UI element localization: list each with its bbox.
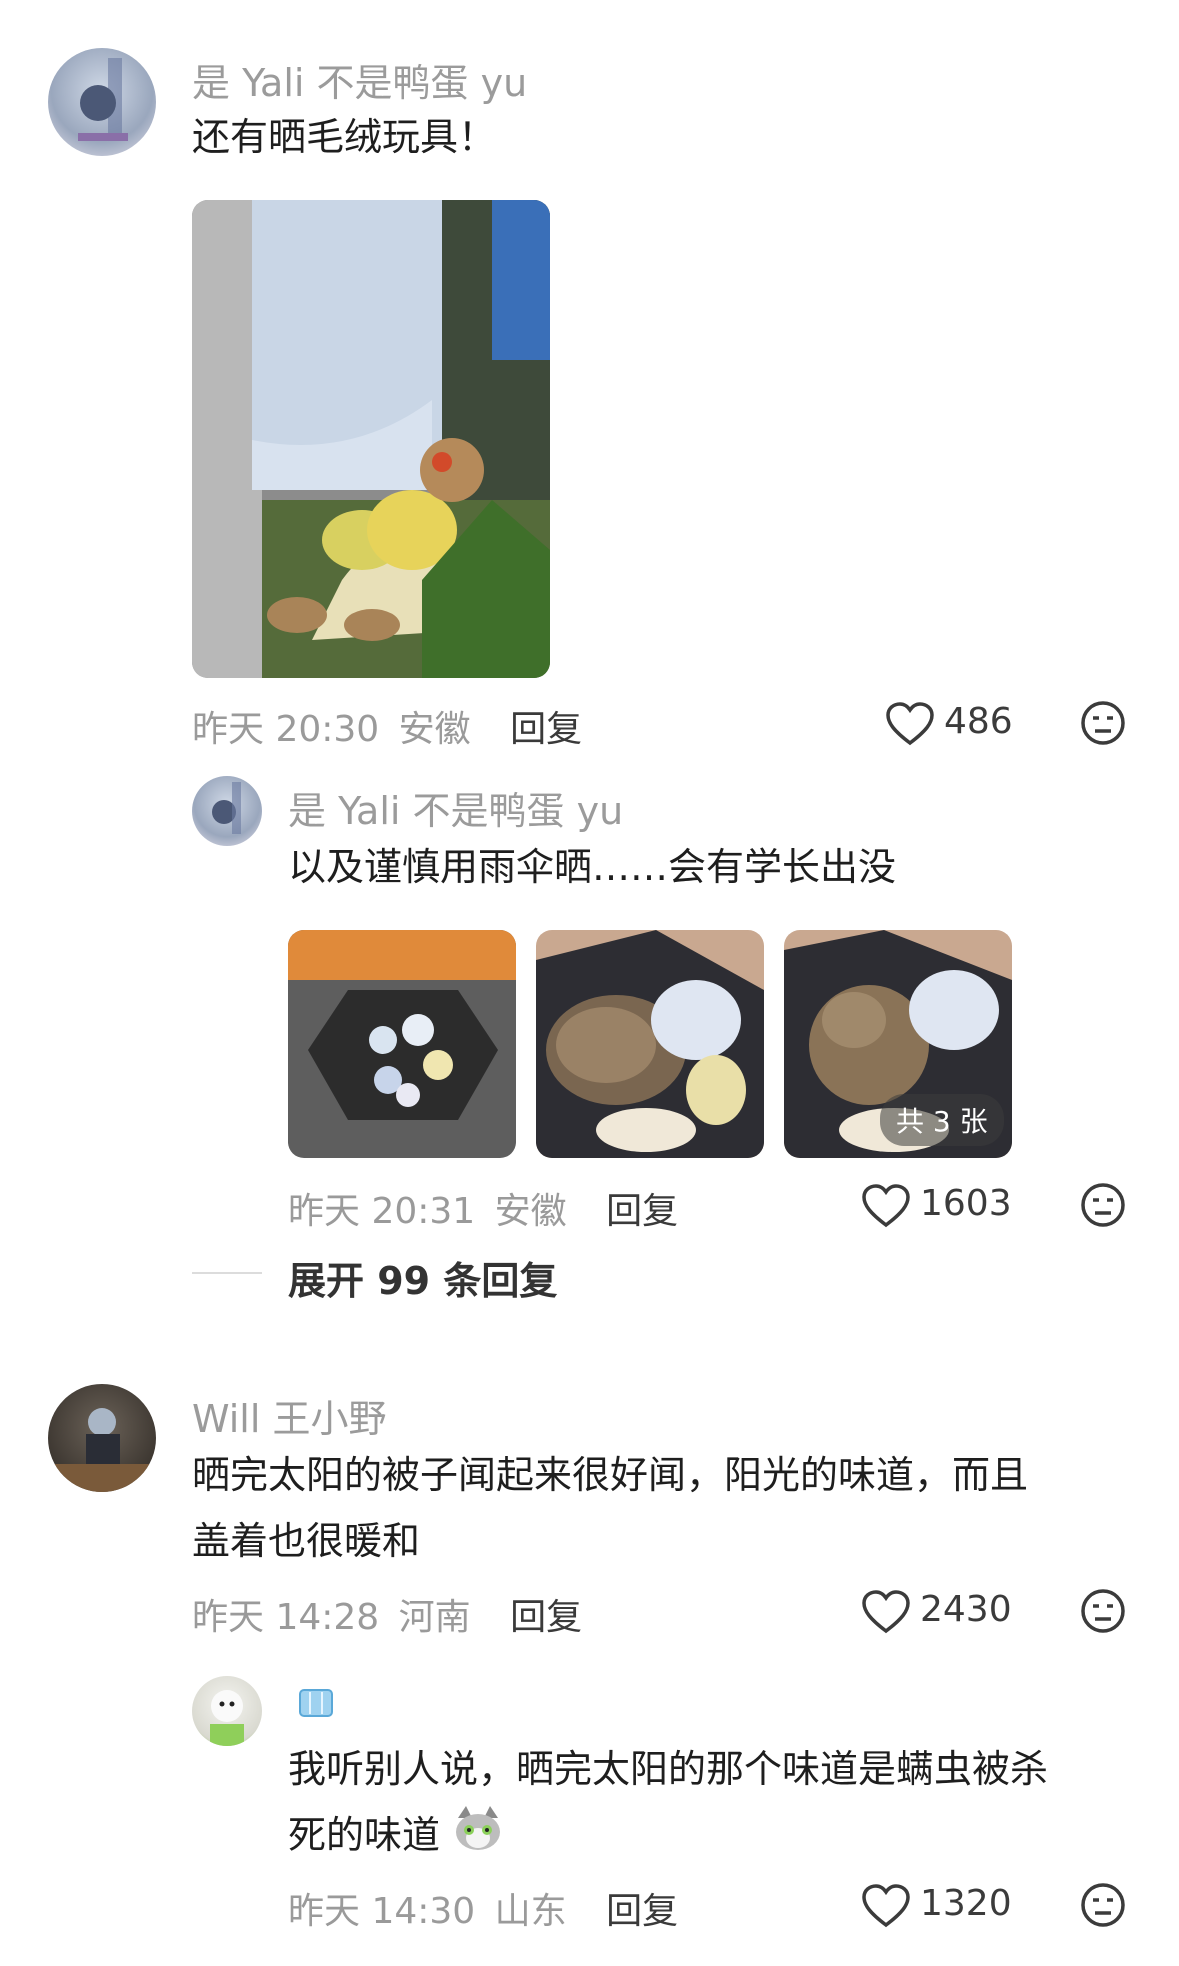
comment-time: 昨天 14:28 xyxy=(192,1597,380,1638)
comment-text: 还有晒毛绒玩具！ xyxy=(192,115,497,159)
comment-meta: 昨天 14:28 河南 回复 xyxy=(192,1588,582,1640)
cat-emoji xyxy=(452,1804,504,1872)
comment-username[interactable]: 是 Yali 不是鸭蛋 yu xyxy=(192,52,527,107)
like-count: 2430 xyxy=(920,1589,1012,1630)
comment-location: 安徽 xyxy=(398,709,471,750)
expand-replies-button[interactable]: 展开 99 条回复 xyxy=(288,1250,557,1305)
like-count: 1603 xyxy=(920,1183,1012,1224)
reply-text: 以及谨慎用雨伞晒……会有学长出没 xyxy=(288,845,897,889)
comment-username[interactable]: Will 王小野 xyxy=(192,1388,387,1443)
like-count: 486 xyxy=(944,701,1013,742)
image-count-badge: 共 3 张 xyxy=(880,1094,1004,1146)
reply-text-line2: 死的味道 xyxy=(288,1802,504,1872)
comment-text-line1: 晒完太阳的被子闻起来很好闻，阳光的味道，而且 xyxy=(192,1453,1029,1497)
reply-photo-2[interactable] xyxy=(536,930,764,1158)
reply-time: 昨天 14:30 xyxy=(288,1891,476,1932)
reply-photo-3[interactable]: 共 3 张 xyxy=(784,930,1012,1158)
reply-button[interactable]: 回复 xyxy=(606,1191,678,1232)
comment-text-line2: 盖着也很暖和 xyxy=(192,1519,421,1563)
reply-meta: 昨天 14:30 山东 回复 xyxy=(288,1882,678,1934)
like-count: 1320 xyxy=(920,1883,1012,1924)
unhappy-face-icon[interactable] xyxy=(1080,1882,1126,1928)
heart-outline-icon[interactable] xyxy=(886,702,934,746)
unhappy-face-icon[interactable] xyxy=(1080,1182,1126,1228)
reply-button[interactable]: 回复 xyxy=(510,709,582,750)
avatar[interactable] xyxy=(192,776,262,846)
avatar[interactable] xyxy=(48,1384,156,1492)
comment-photo[interactable] xyxy=(192,200,550,678)
reply-meta: 昨天 20:31 安徽 回复 xyxy=(288,1182,678,1234)
ice-cube-icon xyxy=(296,1684,336,1724)
unhappy-face-icon[interactable] xyxy=(1080,700,1126,746)
expand-divider xyxy=(192,1272,262,1274)
reply-location: 安徽 xyxy=(494,1191,567,1232)
reply-photo-1[interactable] xyxy=(288,930,516,1158)
heart-outline-icon[interactable] xyxy=(862,1184,910,1228)
reply-username[interactable]: 是 Yali 不是鸭蛋 yu xyxy=(288,780,623,835)
comment-meta: 昨天 20:30 安徽 回复 xyxy=(192,700,582,752)
heart-outline-icon[interactable] xyxy=(862,1884,910,1928)
reply-text-line2-text: 死的味道 xyxy=(288,1813,441,1857)
reply-time: 昨天 20:31 xyxy=(288,1191,476,1232)
reply-text-line1: 我听别人说，晒完太阳的那个味道是螨虫被杀 xyxy=(288,1747,1049,1791)
heart-outline-icon[interactable] xyxy=(862,1590,910,1634)
avatar[interactable] xyxy=(192,1676,262,1746)
reply-button[interactable]: 回复 xyxy=(510,1597,582,1638)
avatar[interactable] xyxy=(48,48,156,156)
reply-location: 山东 xyxy=(494,1891,567,1932)
comment-location: 河南 xyxy=(398,1597,471,1638)
unhappy-face-icon[interactable] xyxy=(1080,1588,1126,1634)
comment-time: 昨天 20:30 xyxy=(192,709,380,750)
reply-button[interactable]: 回复 xyxy=(606,1891,678,1932)
